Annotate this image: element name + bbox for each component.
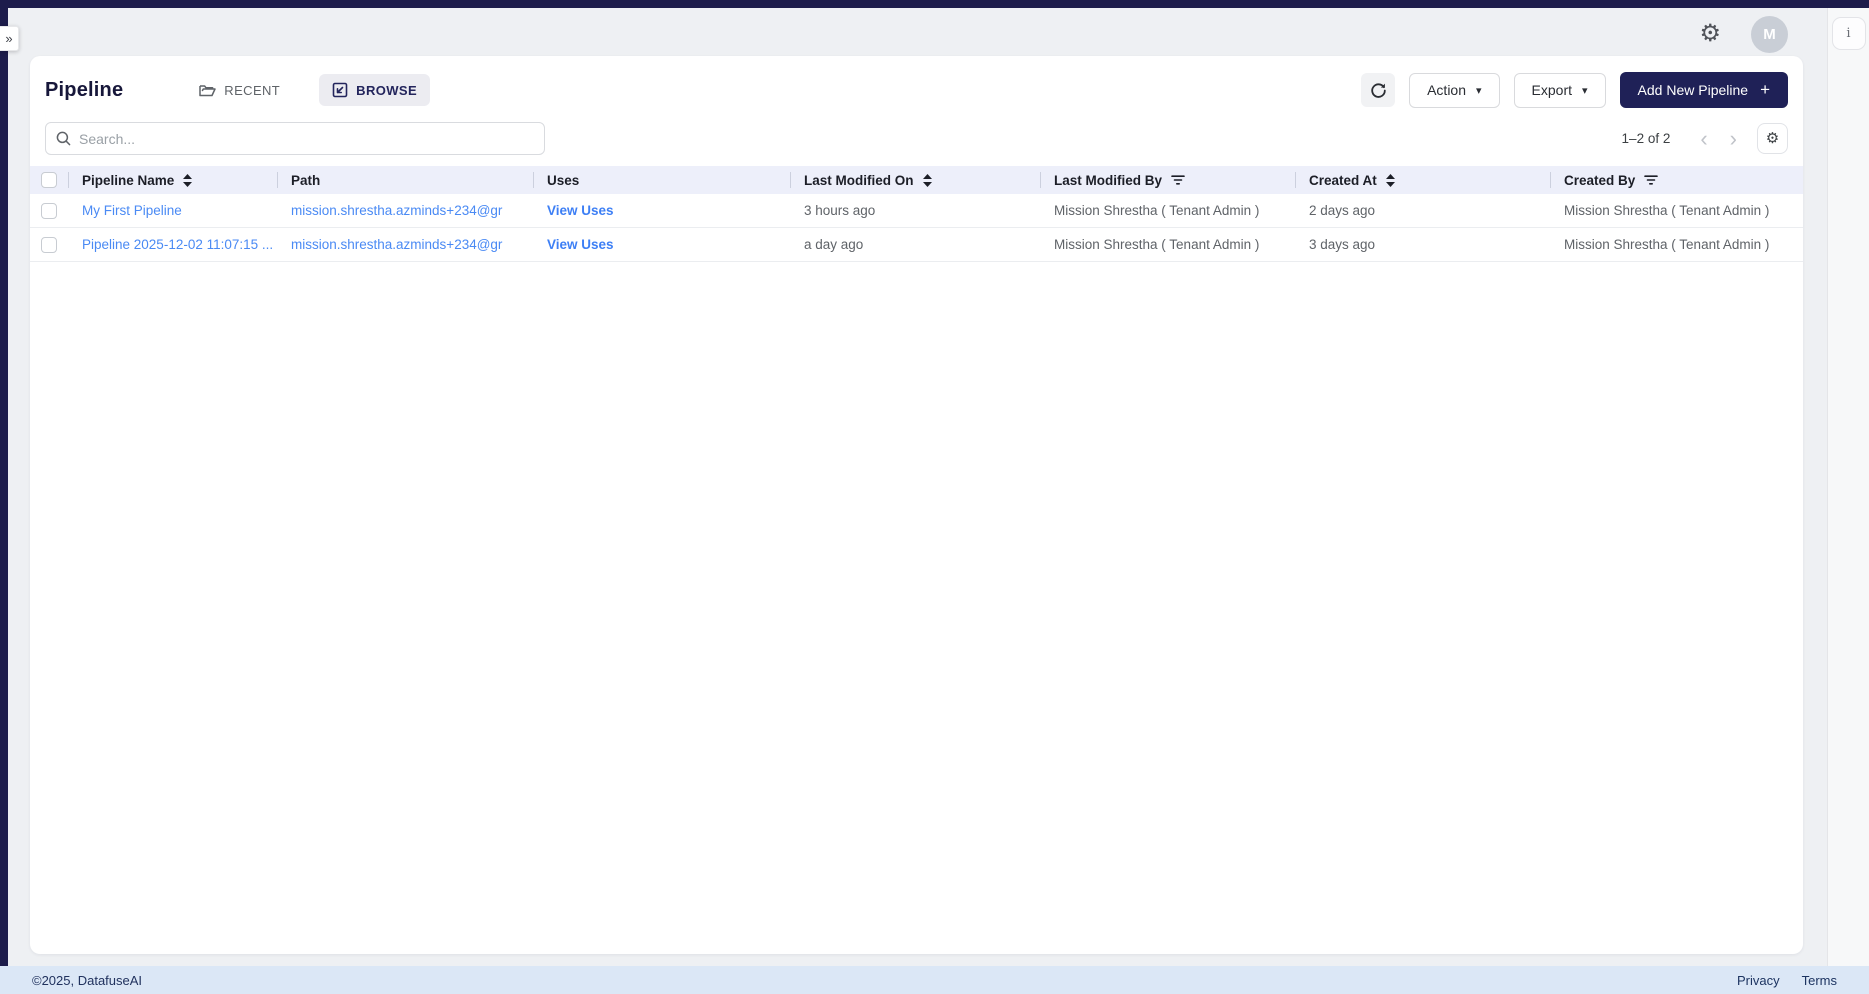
column-label: Last Modified By — [1054, 173, 1162, 188]
pipeline-path-link[interactable]: mission.shrestha.azminds+234@gr — [291, 203, 502, 218]
export-dropdown-button[interactable]: Export ▾ — [1514, 73, 1606, 108]
last-modified-by-cell: Mission Shrestha ( Tenant Admin ) — [1040, 237, 1295, 252]
gear-icon: ⚙ — [1766, 131, 1779, 146]
folder-icon — [199, 83, 216, 98]
column-header-path[interactable]: Path — [277, 166, 533, 194]
footer: ©2025, DatafuseAI Privacy Terms — [0, 966, 1869, 994]
add-new-pipeline-button[interactable]: Add New Pipeline + — [1620, 72, 1788, 108]
refresh-button[interactable] — [1361, 73, 1395, 107]
action-label: Action — [1427, 82, 1466, 98]
card-header: Pipeline RECENT BROWSE — [30, 56, 1803, 110]
table-row: Pipeline 2025-12-02 11:07:15 ... mission… — [30, 228, 1803, 262]
browse-icon — [332, 82, 348, 98]
footer-links: Privacy Terms — [1737, 973, 1837, 988]
column-header-created-at[interactable]: Created At — [1295, 166, 1550, 194]
page-title: Pipeline — [45, 79, 123, 102]
chevron-down-icon: ▾ — [1582, 84, 1588, 97]
last-modified-on-cell: 3 hours ago — [790, 203, 1040, 218]
export-label: Export — [1532, 82, 1572, 98]
refresh-icon — [1370, 82, 1387, 99]
last-modified-on-cell: a day ago — [790, 237, 1040, 252]
header-actions: Action ▾ Export ▾ Add New Pipeline + — [1361, 72, 1788, 108]
row-checkbox[interactable] — [41, 237, 57, 253]
right-rail: i — [1827, 8, 1869, 966]
created-at-cell: 2 days ago — [1295, 203, 1550, 218]
table-header: Pipeline Name Path Uses Last Modified On — [30, 166, 1803, 194]
copyright-text: ©2025, DatafuseAI — [32, 973, 142, 988]
action-dropdown-button[interactable]: Action ▾ — [1409, 73, 1499, 108]
pipeline-name-link[interactable]: Pipeline 2025-12-02 11:07:15 ... — [82, 237, 273, 252]
row-select-cell — [30, 237, 68, 253]
column-header-pipeline-name[interactable]: Pipeline Name — [68, 166, 277, 194]
column-label: Pipeline Name — [82, 173, 174, 188]
tab-recent-label: RECENT — [224, 83, 280, 98]
search-icon — [56, 131, 71, 146]
column-label: Created By — [1564, 173, 1635, 188]
tab-browse-label: BROWSE — [356, 83, 417, 98]
filter-icon[interactable] — [1644, 175, 1658, 185]
info-icon: i — [1846, 26, 1850, 41]
select-all-cell — [30, 166, 68, 194]
view-uses-link[interactable]: View Uses — [547, 237, 614, 252]
column-header-last-modified-on[interactable]: Last Modified On — [790, 166, 1040, 194]
tab-browse[interactable]: BROWSE — [319, 74, 430, 106]
column-label: Path — [291, 173, 320, 188]
chevron-down-icon: ▾ — [1476, 84, 1482, 97]
column-label: Created At — [1309, 173, 1377, 188]
settings-gear-icon[interactable]: ⚙ — [1699, 22, 1721, 46]
column-label: Last Modified On — [804, 173, 914, 188]
pagination-range: 1–2 of 2 — [1622, 131, 1671, 146]
created-at-cell: 3 days ago — [1295, 237, 1550, 252]
view-tabs: RECENT BROWSE — [186, 74, 430, 106]
terms-link[interactable]: Terms — [1802, 973, 1837, 988]
sidebar-expand-button[interactable]: » — [0, 26, 19, 51]
created-by-cell: Mission Shrestha ( Tenant Admin ) — [1550, 237, 1803, 252]
pipeline-name-link[interactable]: My First Pipeline — [82, 203, 182, 218]
filter-icon[interactable] — [1171, 175, 1185, 185]
pagination: 1–2 of 2 ‹ › ⚙ — [1622, 123, 1788, 154]
row-checkbox[interactable] — [41, 203, 57, 219]
chevron-right-icon: › — [1730, 126, 1737, 151]
pipeline-card: Pipeline RECENT BROWSE — [30, 56, 1803, 954]
avatar-initial: M — [1763, 26, 1776, 43]
plus-icon: + — [1760, 80, 1770, 100]
search-input[interactable] — [79, 131, 534, 147]
collapsed-sidebar-strip — [0, 8, 8, 966]
row-select-cell — [30, 203, 68, 219]
user-avatar[interactable]: M — [1751, 16, 1788, 53]
page-prev-button[interactable]: ‹ — [1692, 128, 1715, 150]
sort-icon[interactable] — [183, 174, 192, 187]
chevron-left-icon: ‹ — [1700, 126, 1707, 151]
select-all-checkbox[interactable] — [41, 172, 57, 188]
pipeline-path-link[interactable]: mission.shrestha.azminds+234@gr — [291, 237, 502, 252]
add-new-pipeline-label: Add New Pipeline — [1638, 82, 1749, 98]
page-next-button[interactable]: › — [1722, 128, 1745, 150]
search-box — [45, 122, 545, 155]
column-header-created-by[interactable]: Created By — [1550, 166, 1803, 194]
info-button[interactable]: i — [1832, 17, 1866, 50]
privacy-link[interactable]: Privacy — [1737, 973, 1780, 988]
column-header-uses[interactable]: Uses — [533, 166, 790, 194]
pipeline-table: Pipeline Name Path Uses Last Modified On — [30, 166, 1803, 262]
last-modified-by-cell: Mission Shrestha ( Tenant Admin ) — [1040, 203, 1295, 218]
created-by-cell: Mission Shrestha ( Tenant Admin ) — [1550, 203, 1803, 218]
sort-icon[interactable] — [1386, 174, 1395, 187]
column-settings-button[interactable]: ⚙ — [1757, 123, 1788, 154]
table-row: My First Pipeline mission.shrestha.azmin… — [30, 194, 1803, 228]
column-header-last-modified-by[interactable]: Last Modified By — [1040, 166, 1295, 194]
top-strip — [0, 0, 1869, 8]
column-label: Uses — [547, 173, 579, 188]
search-row: 1–2 of 2 ‹ › ⚙ — [30, 122, 1803, 155]
sort-icon[interactable] — [923, 174, 932, 187]
topbar: ⚙ M — [8, 8, 1826, 60]
tab-recent[interactable]: RECENT — [186, 75, 293, 106]
double-chevron-right-icon: » — [5, 31, 12, 46]
view-uses-link[interactable]: View Uses — [547, 203, 614, 218]
